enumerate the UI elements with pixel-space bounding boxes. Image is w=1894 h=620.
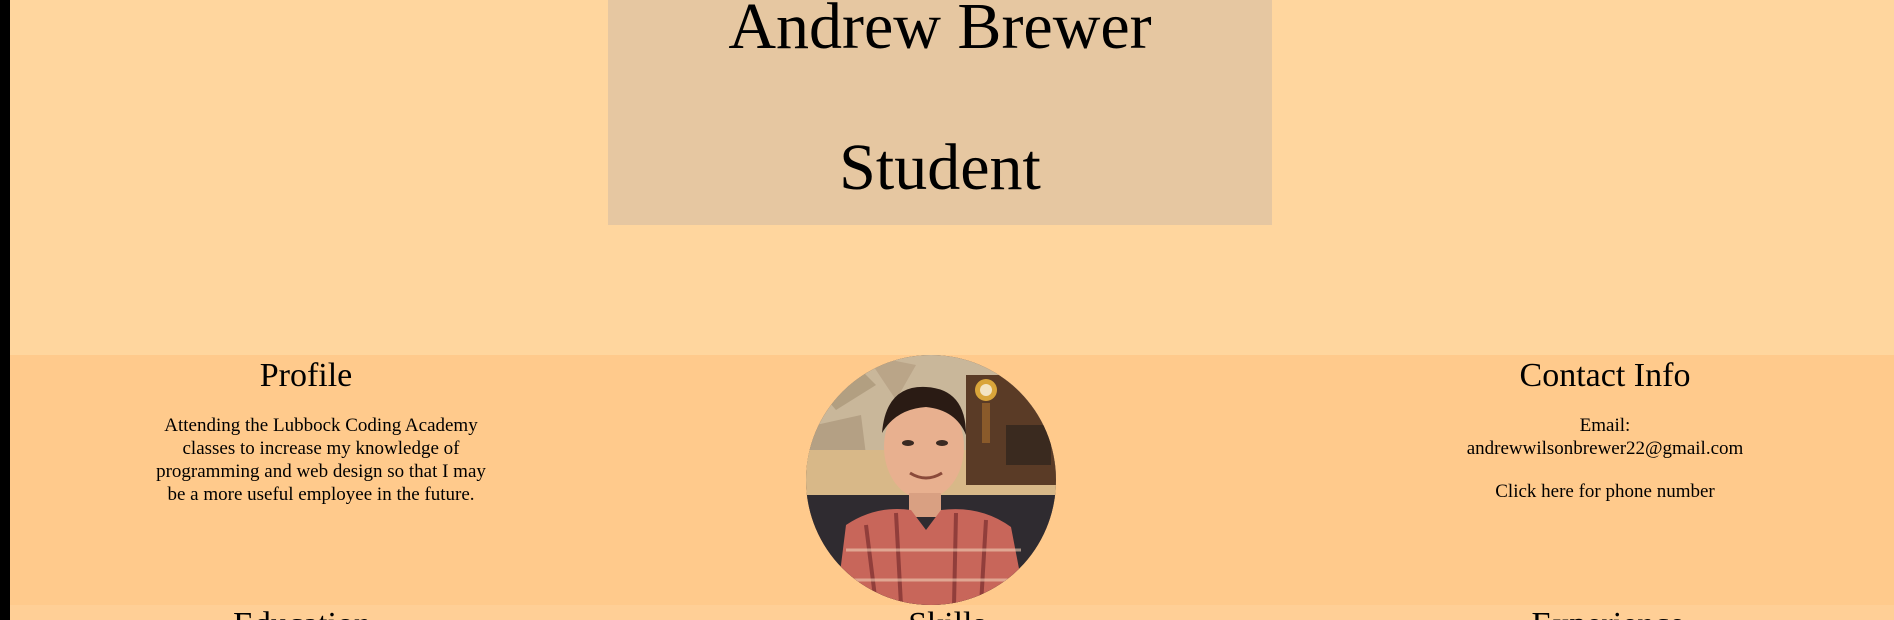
email-label: Email: bbox=[1579, 415, 1631, 436]
contact-column: Contact Info Email: andrewwilsonbrewer22… bbox=[1446, 355, 1764, 503]
lower-sections: Education Skills Experience bbox=[10, 605, 1894, 620]
profile-photo bbox=[806, 355, 1056, 605]
phone-number-link[interactable]: Click here for phone number bbox=[1495, 480, 1714, 503]
education-heading: Education bbox=[232, 605, 372, 620]
person-name: Andrew Brewer bbox=[728, 0, 1152, 63]
email-address[interactable]: andrewwilsonbrewer22@gmail.com bbox=[1467, 438, 1744, 459]
profile-text: Attending the Lubbock Coding Academy cla… bbox=[156, 415, 486, 505]
contact-heading: Contact Info bbox=[1519, 357, 1691, 394]
skills-heading: Skills bbox=[902, 605, 992, 620]
experience-heading: Experience bbox=[1528, 605, 1688, 620]
title-card: Andrew Brewer Student bbox=[608, 0, 1272, 225]
info-section: Profile Attending the Lubbock Coding Aca… bbox=[10, 355, 1894, 605]
person-role: Student bbox=[839, 131, 1041, 204]
profile-heading: Profile bbox=[259, 357, 353, 394]
portrait-image bbox=[806, 355, 1056, 605]
resume-page: Andrew Brewer Student Profile Attending … bbox=[10, 0, 1894, 620]
hero-section: Andrew Brewer Student bbox=[10, 0, 1894, 355]
contact-email-block: Email: andrewwilsonbrewer22@gmail.com bbox=[1446, 414, 1764, 460]
profile-column: Profile Attending the Lubbock Coding Aca… bbox=[150, 355, 492, 506]
